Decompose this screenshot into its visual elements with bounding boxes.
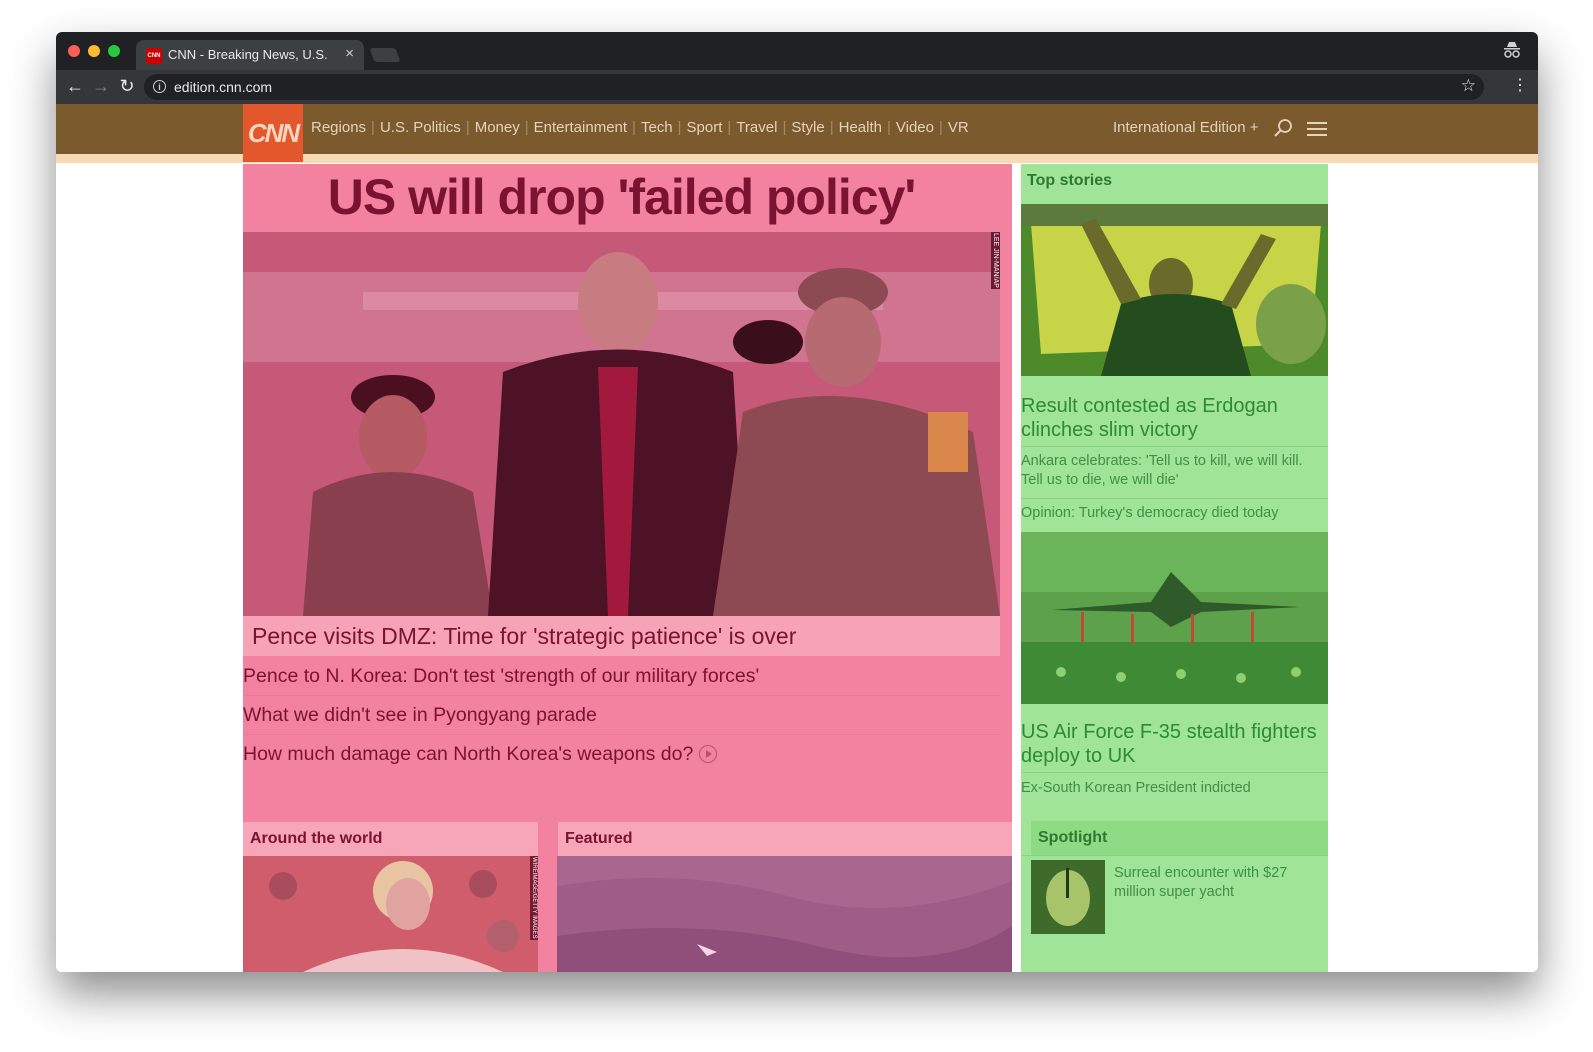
related-link-2[interactable]: What we didn't see in Pyongyang parade <box>243 696 1000 735</box>
incognito-icon <box>1504 42 1520 58</box>
hero-image[interactable]: LEE JIN-MAN/AP <box>243 232 1000 616</box>
divider <box>1021 772 1328 773</box>
hero-photo-credit: LEE JIN-MAN/AP <box>991 232 1000 289</box>
browser-window: CNN CNN - Breaking News, U.S., W × ← → ↻… <box>56 32 1538 972</box>
around-the-world-header[interactable]: Around the world <box>243 822 538 856</box>
divider <box>1021 498 1328 499</box>
nav-link-video[interactable]: Video <box>896 119 934 139</box>
browser-toolbar: ← → ↻ i edition.cnn.com ☆ ⋮ <box>56 70 1538 104</box>
nav-link-sport[interactable]: Sport <box>687 119 723 139</box>
more-menu-icon[interactable]: ⋮ <box>1512 76 1528 96</box>
story1-link-1[interactable]: Ankara celebrates: 'Tell us to kill, we … <box>1021 452 1321 490</box>
yacht-photo <box>1031 860 1105 934</box>
f35-story-image[interactable] <box>1021 532 1328 704</box>
url-text[interactable]: edition.cnn.com <box>174 79 272 95</box>
nav-link-us-politics[interactable]: U.S. Politics <box>380 119 461 139</box>
top-stories-header: Top stories <box>1027 172 1113 189</box>
cnn-logo[interactable]: CNN <box>243 104 303 162</box>
edition-selector[interactable]: International Edition + <box>1113 119 1259 136</box>
nav-link-money[interactable]: Money <box>475 119 520 139</box>
info-icon[interactable]: i <box>153 80 166 93</box>
hamburger-menu-icon[interactable] <box>1306 118 1328 140</box>
hero-caption-bar[interactable]: Pence visits DMZ: Time for 'strategic pa… <box>243 616 1000 656</box>
aerial-photo <box>557 856 1012 972</box>
nav-link-regions[interactable]: Regions <box>311 119 366 139</box>
close-window-button[interactable] <box>68 45 80 57</box>
protest-photo <box>1021 204 1328 376</box>
around-world-thumbnail[interactable]: WIREIMAGE/GETTY IMAGES <box>243 856 538 972</box>
spotlight-thumbnail[interactable] <box>1031 860 1105 934</box>
bookmark-star-icon[interactable]: ☆ <box>1461 76 1476 96</box>
top-stories-column: Top stories Result contested as Erdogan … <box>1021 164 1328 972</box>
spotlight-link[interactable]: Surreal encounter with $27 million super… <box>1114 864 1314 902</box>
minimize-window-button[interactable] <box>88 45 100 57</box>
section-links: Regions | U.S. Politics | Money | Entertain… <box>311 119 969 139</box>
cnn-favicon-icon: CNN <box>146 48 162 64</box>
nav-link-entertainment[interactable]: Entertainment <box>534 119 627 139</box>
related-link-3[interactable]: How much damage can North Korea's weapon… <box>243 735 1000 773</box>
featured-thumbnail[interactable] <box>557 856 1012 972</box>
nav-link-style[interactable]: Style <box>791 119 824 139</box>
featured-header[interactable]: Featured <box>558 822 1012 856</box>
search-icon[interactable] <box>1272 117 1294 139</box>
tab-title: CNN - Breaking News, U.S., W <box>168 47 328 62</box>
address-bar[interactable]: i edition.cnn.com ☆ <box>144 74 1484 100</box>
reload-icon[interactable]: ↻ <box>116 75 138 97</box>
nav-link-travel[interactable]: Travel <box>736 119 777 139</box>
hero-caption[interactable]: Pence visits DMZ: Time for 'strategic pa… <box>252 623 796 650</box>
story1-link-2[interactable]: Opinion: Turkey's democracy died today <box>1021 504 1321 523</box>
nav-link-vr[interactable]: VR <box>948 119 969 139</box>
nav-link-health[interactable]: Health <box>839 119 882 139</box>
jets-photo <box>1021 532 1328 704</box>
story1-headline[interactable]: Result contested as Erdogan clinches sli… <box>1021 394 1321 442</box>
divider <box>1021 855 1328 856</box>
around-world-photo-credit: WIREIMAGE/GETTY IMAGES <box>530 856 538 940</box>
nav-link-tech[interactable]: Tech <box>641 119 673 139</box>
princess-photo <box>243 856 538 972</box>
related-link-3-text[interactable]: How much damage can North Korea's weapon… <box>243 743 693 765</box>
related-link-1[interactable]: Pence to N. Korea: Don't test 'strength … <box>243 657 1000 696</box>
close-tab-icon[interactable]: × <box>345 45 354 62</box>
forward-arrow-icon[interactable]: → <box>90 75 112 97</box>
web-page: Regions | U.S. Politics | Money | Entertain… <box>56 104 1538 972</box>
new-tab-button[interactable] <box>369 48 401 62</box>
browser-tab[interactable]: CNN CNN - Breaking News, U.S., W × <box>136 40 364 70</box>
erdogan-story-image[interactable] <box>1021 204 1328 376</box>
title-bar: CNN CNN - Breaking News, U.S., W × <box>56 32 1538 70</box>
main-column: US will drop 'failed policy' LEE JIN-MAN… <box>243 164 1012 972</box>
story2-link-1[interactable]: Ex-South Korean President indicted <box>1021 779 1321 798</box>
main-headline[interactable]: US will drop 'failed policy' <box>243 164 1000 234</box>
divider <box>1021 446 1328 447</box>
play-video-icon[interactable] <box>699 745 718 763</box>
spotlight-header[interactable]: Spotlight <box>1031 821 1328 855</box>
maximize-window-button[interactable] <box>108 45 120 57</box>
back-arrow-icon[interactable]: ← <box>64 75 86 97</box>
story2-headline[interactable]: US Air Force F-35 stealth fighters deplo… <box>1021 720 1321 768</box>
hero-photo <box>243 232 1000 616</box>
